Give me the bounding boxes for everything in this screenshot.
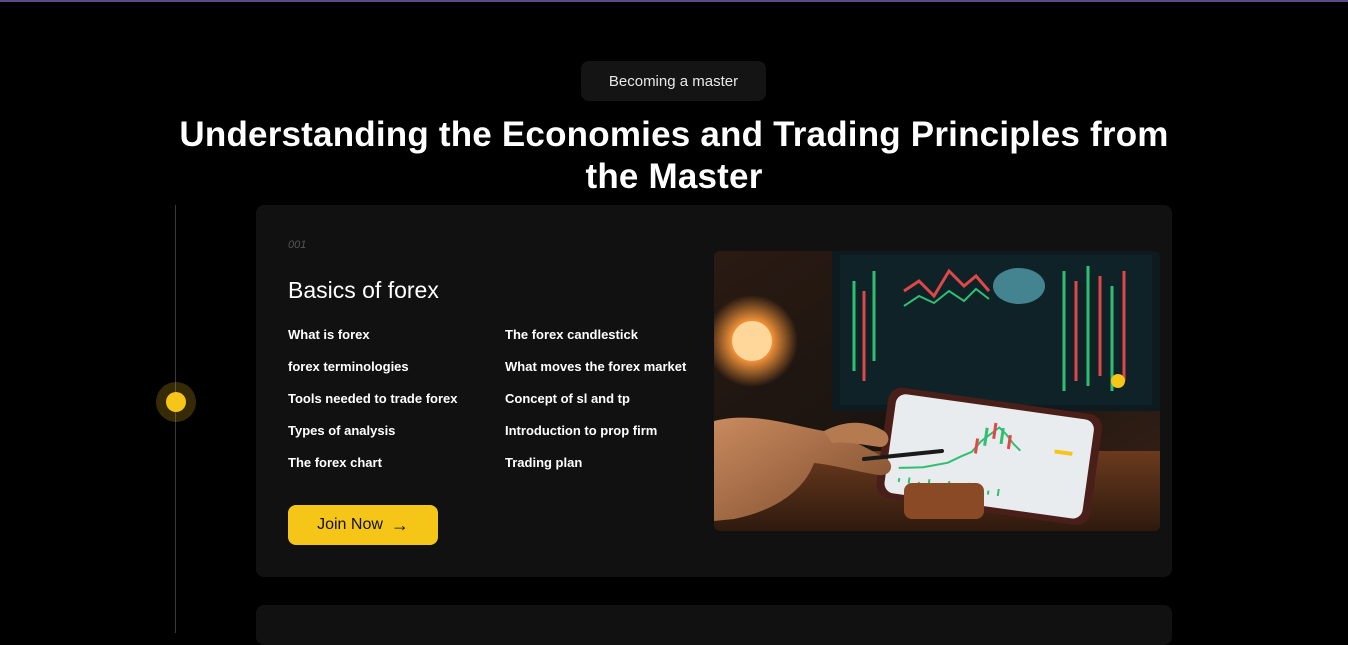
topic-item: Introduction to prop firm <box>505 423 725 455</box>
topic-item: Trading plan <box>505 455 725 487</box>
topic-item: What is forex <box>288 327 505 359</box>
next-course-card <box>256 605 1172 645</box>
topic-item: What moves the forex market <box>505 359 725 391</box>
course-title: Basics of forex <box>288 277 439 304</box>
topic-item: The forex candlestick <box>505 327 725 359</box>
topic-item: Types of analysis <box>288 423 505 455</box>
join-now-label: Join Now <box>317 516 383 534</box>
top-accent-line <box>0 0 1348 2</box>
topic-item: forex terminologies <box>288 359 505 391</box>
section-headline: Understanding the Economies and Trading … <box>170 114 1178 198</box>
course-number: 001 <box>288 239 306 251</box>
arrow-right-icon: → <box>391 516 409 534</box>
course-card: 001 Basics of forex What is forex The fo… <box>256 205 1172 577</box>
join-now-button[interactable]: Join Now → <box>288 505 438 545</box>
topic-item: The forex chart <box>288 455 505 487</box>
course-topics-list: What is forex The forex candlestick fore… <box>288 327 728 487</box>
trading-photo <box>714 251 1160 531</box>
topic-item: Concept of sl and tp <box>505 391 725 423</box>
section-eyebrow-badge: Becoming a master <box>581 61 766 101</box>
topic-item: Tools needed to trade forex <box>288 391 505 423</box>
timeline-dot <box>166 392 186 412</box>
